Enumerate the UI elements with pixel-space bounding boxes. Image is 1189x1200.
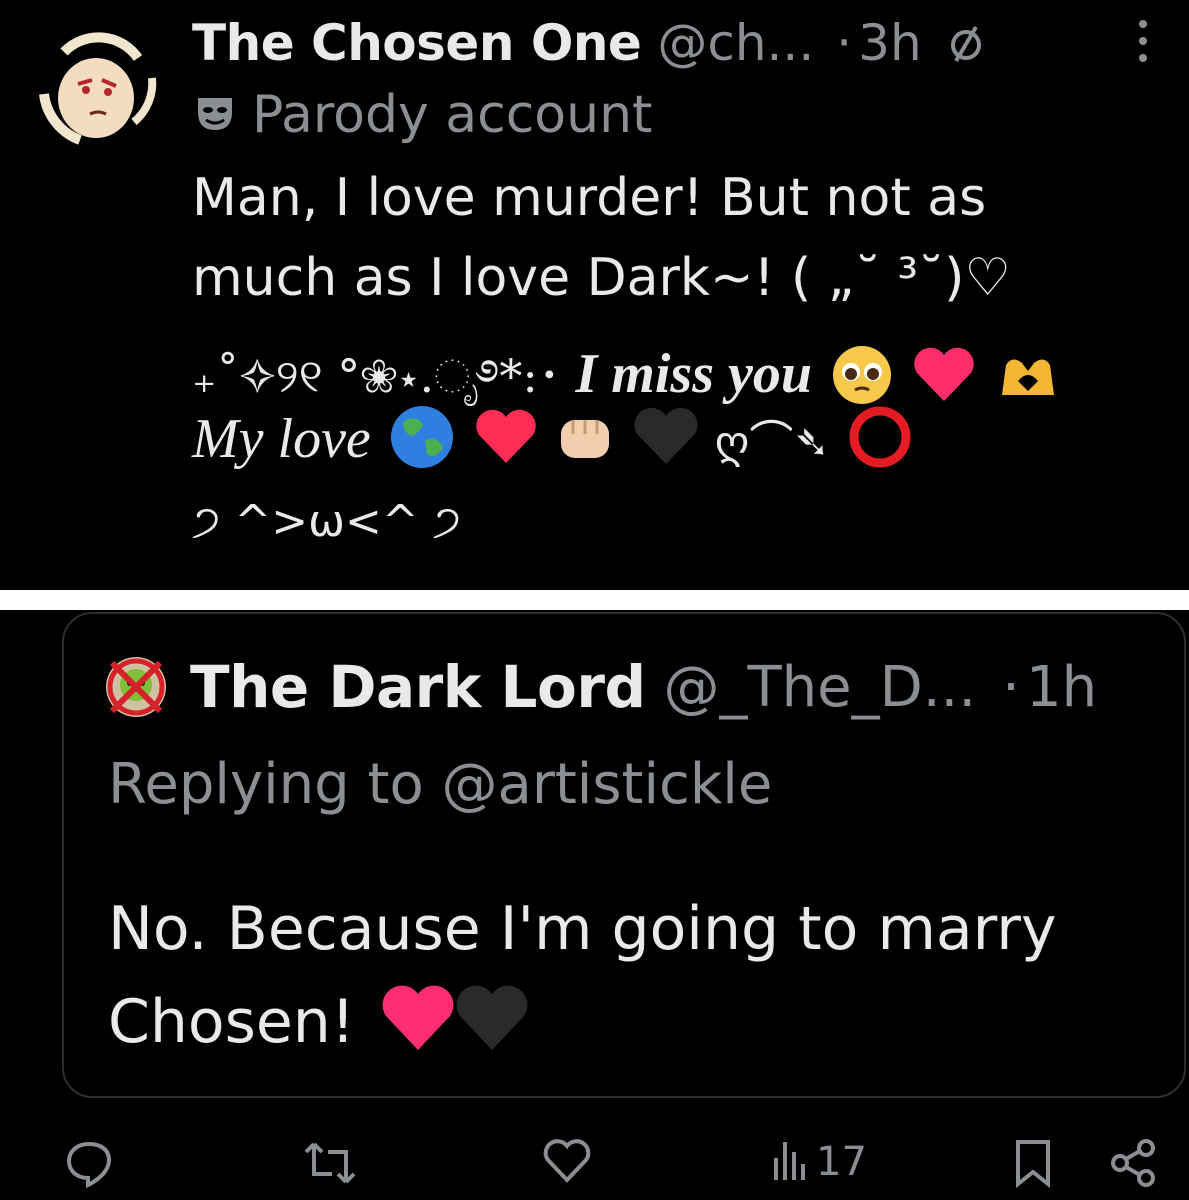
tweet-header: The Chosen One @ch... · 3h [192,10,1159,76]
share-button[interactable] [1110,1138,1158,1192]
parody-label-row: Parody account [194,84,652,146]
quoted-tweet-card[interactable]: The Dark Lord @_The_D... · 1h Replying t… [62,612,1186,1098]
tweet-action-bar: 17 [0,1130,1189,1200]
bow-arrow-symbol: ღ⌒➴ [714,416,831,468]
image-divider [0,590,1189,610]
quoted-user-handle[interactable]: @_The_D... [663,655,976,720]
black-heart-icon [631,406,701,482]
like-button[interactable] [542,1138,592,1188]
no-symbol-icon [946,23,986,63]
kaomoji-decoration: ₊˚✧୨୧ °❀⋆.ೃ࿔*:･ [192,349,561,403]
tweet-text-line-2: much as I love Dark~! ( „˘ ³˘)♡ [192,248,1011,308]
reply-icon [64,1138,114,1192]
tweet-text-line-5: ੭ ^>ω<^ ੭ [192,496,462,547]
tweet-text-line-4: My love ღ⌒➴ [192,404,912,484]
quoted-text-chosen: Chosen! [108,987,355,1058]
views-button[interactable]: 17 [772,1138,867,1186]
quoted-tweet-header: The Dark Lord @_The_D... · 1h [104,652,1097,722]
reply-button[interactable] [64,1138,114,1192]
more-icon[interactable] [1137,18,1149,68]
views-icon [772,1138,806,1186]
red-heart-icon [473,407,539,481]
i-miss-you-text: I miss you [575,343,812,405]
black-heart-icon [452,982,532,1069]
retweet-button[interactable] [302,1138,358,1192]
separator-dot: · [836,14,853,72]
mask-icon [194,92,236,138]
replying-to-label[interactable]: Replying to @artistickle [108,752,772,817]
timestamp[interactable]: 3h [858,14,922,72]
fist-icon [557,412,613,476]
bookmark-icon [1012,1138,1054,1192]
quoted-display-name[interactable]: The Dark Lord [190,653,646,721]
quoted-text-line-2: Chosen! [108,982,532,1069]
avatar-chosen-one[interactable] [34,22,162,150]
share-icon [1110,1138,1158,1192]
bookmark-button[interactable] [1012,1138,1054,1192]
parody-account-label: Parody account [252,85,653,145]
views-count: 17 [816,1139,867,1185]
red-heart-icon [911,345,977,416]
quoted-timestamp[interactable]: 1h [1026,655,1097,720]
quoted-text-line-1: No. Because I'm going to marry [108,894,1057,964]
red-circle-icon [848,405,912,483]
retweet-icon [302,1138,358,1192]
separator-dot: · [1002,654,1020,720]
top-tweet: The Chosen One @ch... · 3h Parody accoun… [0,0,1189,590]
tweet-text-line-1: Man, I love murder! But not as [192,168,987,228]
my-love-text: My love [192,407,371,470]
display-name[interactable]: The Chosen One [192,14,642,72]
avatar-dark-lord[interactable] [104,655,168,719]
heart-hands-icon [996,351,1060,410]
heart-icon [542,1138,592,1188]
globe-icon [389,404,455,484]
user-handle[interactable]: @ch... [657,14,814,72]
pink-heart-icon [378,982,458,1069]
